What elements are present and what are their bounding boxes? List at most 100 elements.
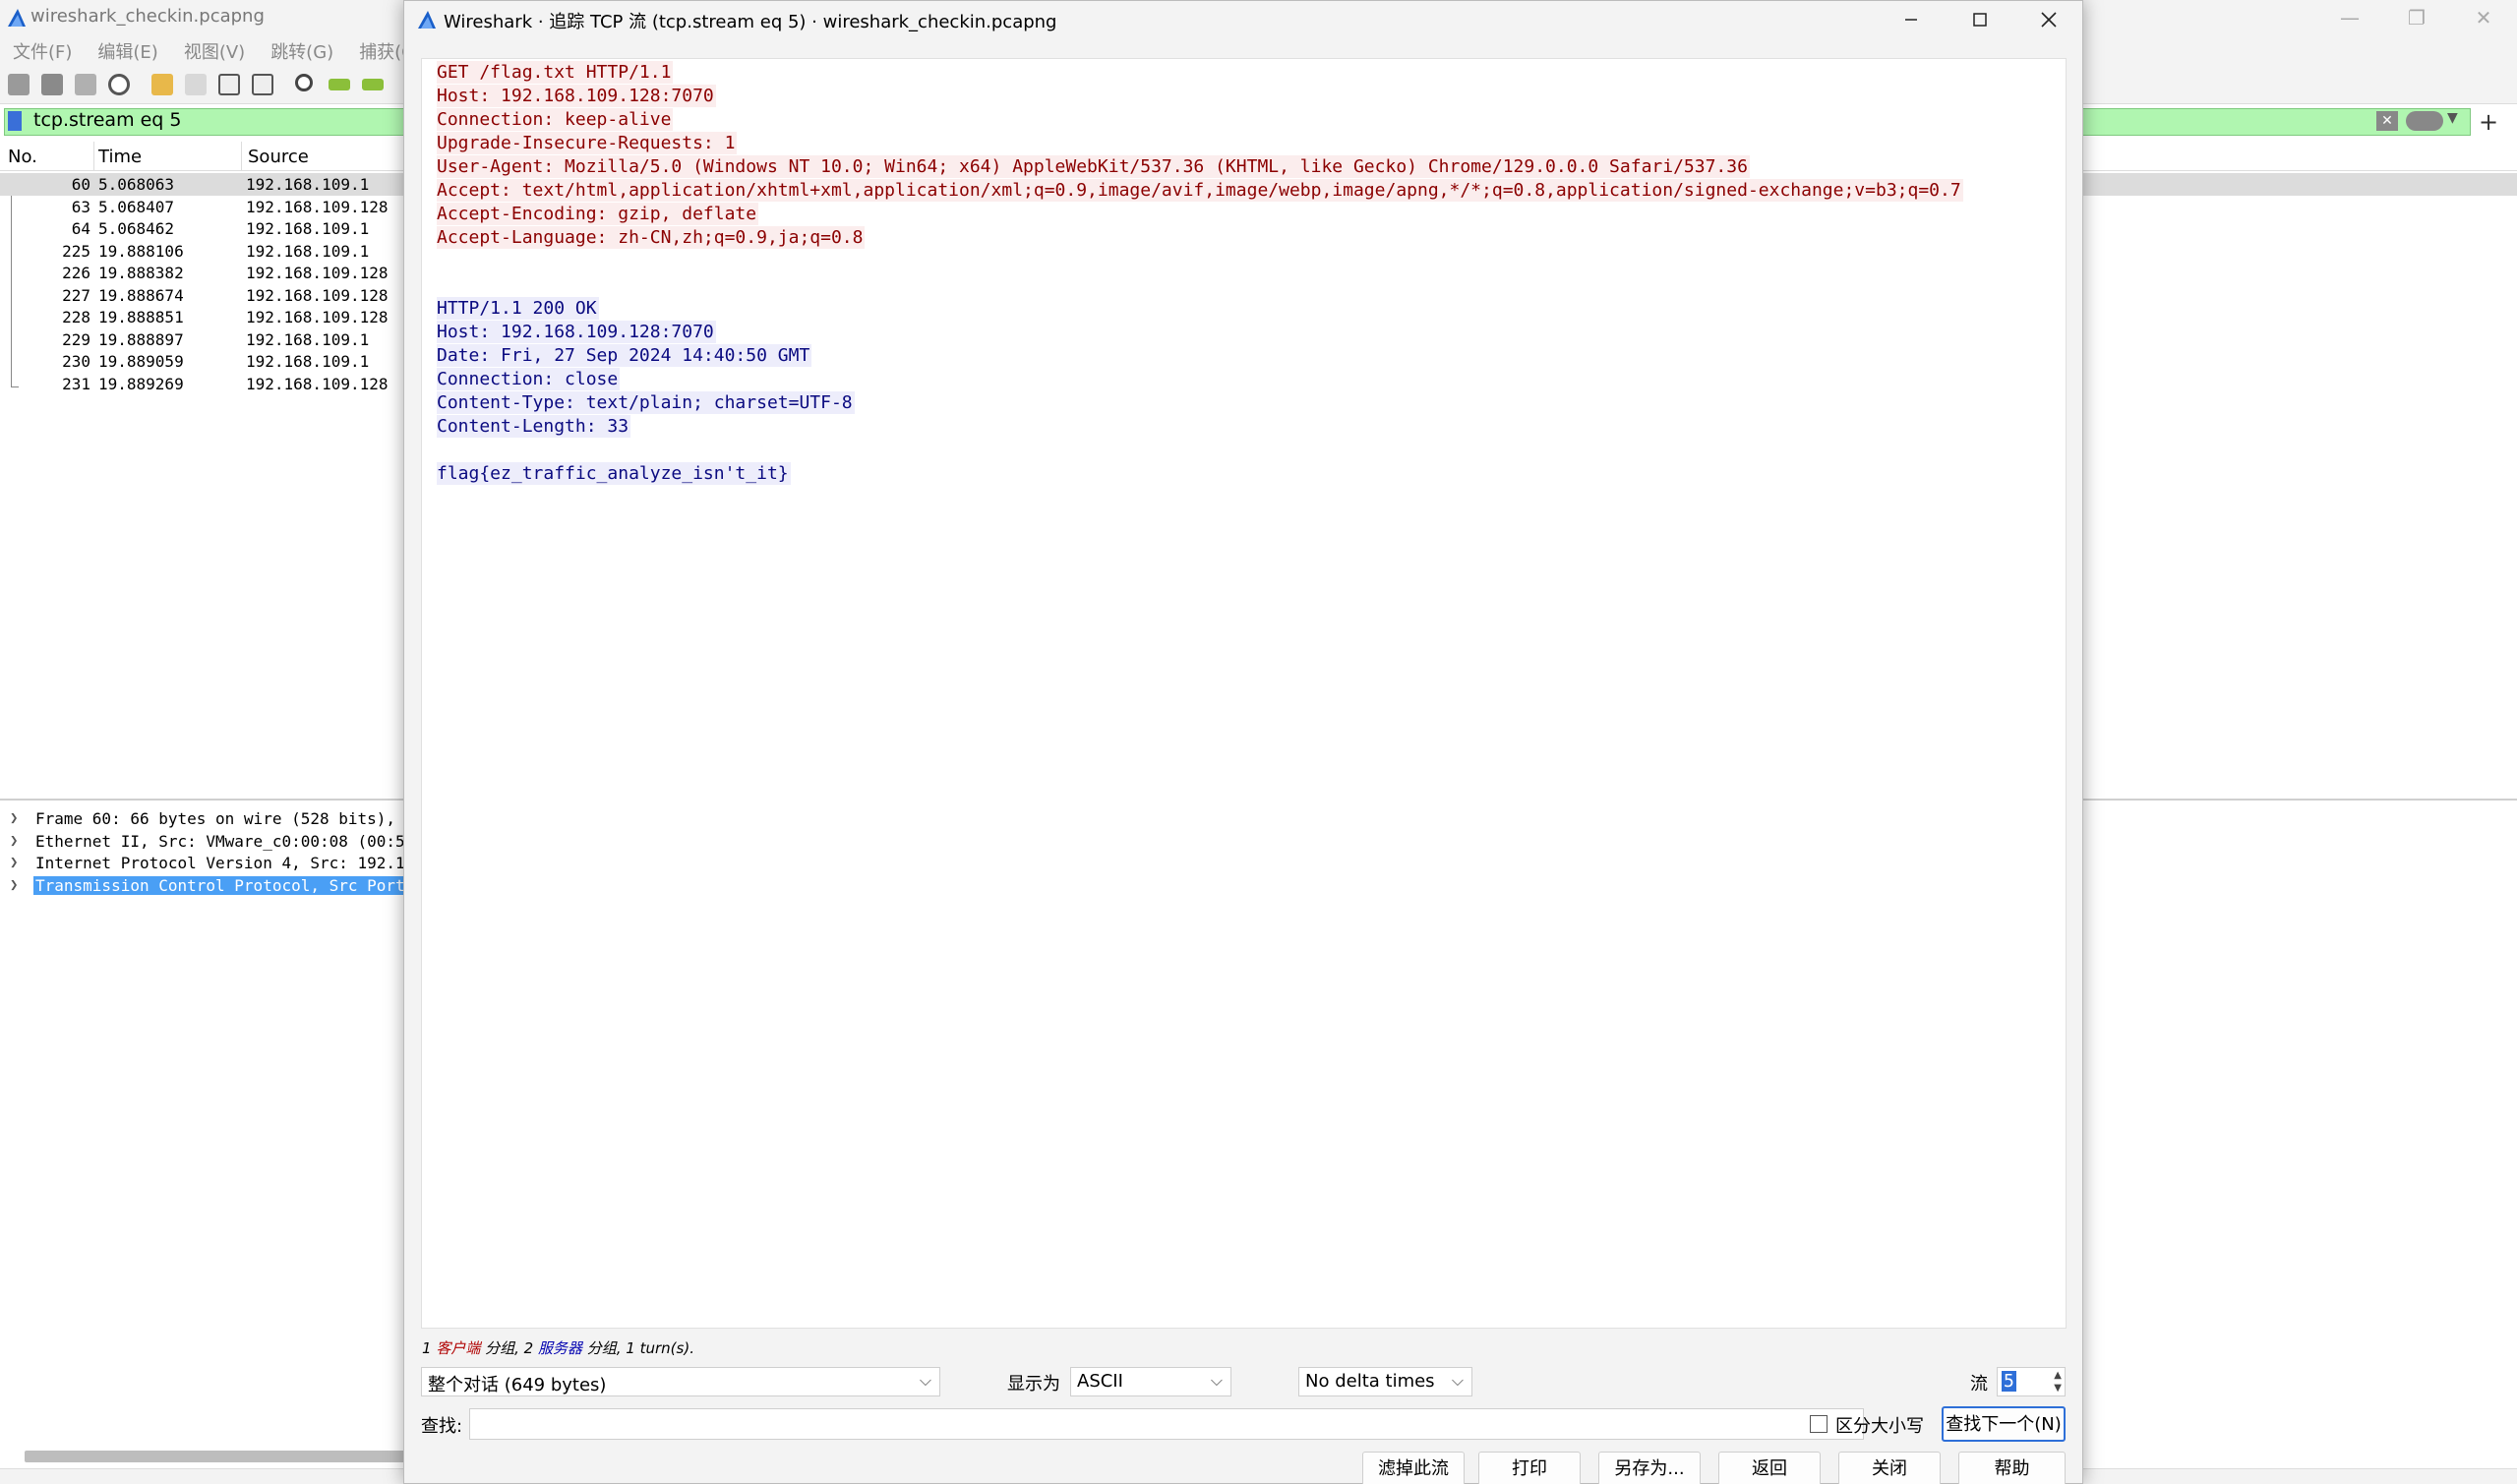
server-stream-line: flag{ez_traffic_analyze_isn't_it} xyxy=(437,462,791,485)
packet-no: 63 xyxy=(71,197,90,216)
tree-item-label: Frame 60: 66 bytes on wire (528 bits), 6… xyxy=(35,809,424,828)
conversation-select[interactable]: 整个对话 (649 bytes) ⌵ xyxy=(421,1367,940,1396)
tree-item[interactable]: ❯ Frame 60: 66 bytes on wire (528 bits), … xyxy=(0,808,424,830)
filter-bookmark-icon[interactable] xyxy=(8,111,22,131)
menu-edit[interactable]: 编辑(E) xyxy=(85,35,170,65)
packet-no: 227 xyxy=(62,285,90,305)
client-stream-line: Accept-Language: zh-CN,zh;q=0.9,ja;q=0.8 xyxy=(437,226,866,249)
find-packet-icon[interactable] xyxy=(295,74,313,91)
stream-number-value: 5 xyxy=(2002,1371,2016,1392)
expand-chevron-icon[interactable]: ❯ xyxy=(10,833,18,849)
packet-source: 192.168.109.1 xyxy=(246,219,370,238)
open-folder-icon[interactable] xyxy=(151,74,173,95)
tree-item[interactable]: ❯ Transmission Control Protocol, Src Port… xyxy=(0,875,417,897)
show-as-select[interactable]: ASCII ⌵ xyxy=(1070,1367,1231,1396)
column-no[interactable]: No. xyxy=(8,147,37,167)
stop-capture-icon[interactable] xyxy=(41,74,63,95)
client-stream-line: Connection: keep-alive xyxy=(437,108,674,131)
packet-time: 5.068063 xyxy=(98,175,175,194)
help-button[interactable]: 帮助 xyxy=(1958,1452,2066,1484)
packet-no: 64 xyxy=(71,219,90,238)
follow-tcp-stream-dialog: Wireshark · 追踪 TCP 流 (tcp.stream eq 5) ·… xyxy=(403,0,2083,1484)
case-sensitive-label: 区分大小写 xyxy=(1835,1416,1924,1437)
show-as-label: 显示为 xyxy=(1007,1374,1060,1395)
delta-times-value: No delta times xyxy=(1305,1371,1435,1392)
chevron-down-icon: ⌵ xyxy=(919,1371,931,1390)
packet-time: 5.068462 xyxy=(98,219,175,238)
find-next-button[interactable]: 查找下一个(N) xyxy=(1942,1406,2066,1442)
expand-chevron-icon[interactable]: ❯ xyxy=(10,877,18,893)
client-stream-line: Host: 192.168.109.128:7070 xyxy=(437,85,716,107)
client-stream-line: Accept-Encoding: gzip, deflate xyxy=(437,203,759,225)
spinner-arrows-icon[interactable]: ▲ ▼ xyxy=(2054,1369,2062,1395)
close-icon[interactable] xyxy=(2014,1,2083,38)
tree-item[interactable]: ❯ Internet Protocol Version 4, Src: 192.1… xyxy=(0,853,424,874)
expand-chevron-icon[interactable]: ❯ xyxy=(10,810,18,826)
add-filter-button-icon[interactable]: + xyxy=(2479,108,2498,136)
main-window-title: wireshark_checkin.pcapng xyxy=(30,6,265,27)
restart-capture-icon[interactable] xyxy=(75,74,96,95)
column-time[interactable]: Time xyxy=(98,147,142,167)
dialog-titlebar: Wireshark · 追踪 TCP 流 (tcp.stream eq 5) ·… xyxy=(404,1,2082,38)
column-separator xyxy=(241,142,242,171)
client-stream-line: Accept: text/html,application/xhtml+xml,… xyxy=(437,179,1963,202)
go-forward-icon[interactable] xyxy=(362,79,384,90)
reload-icon[interactable] xyxy=(252,74,273,95)
stream-label: 流 xyxy=(1970,1374,1988,1395)
maximize-icon[interactable]: ❐ xyxy=(2383,0,2450,35)
packet-source: 192.168.109.128 xyxy=(246,308,389,326)
packet-source: 192.168.109.1 xyxy=(246,352,370,371)
server-stream-line: HTTP/1.1 200 OK xyxy=(437,297,599,320)
packet-time: 19.888674 xyxy=(98,285,184,305)
packet-no: 226 xyxy=(62,264,90,282)
close-button[interactable]: 关闭 xyxy=(1838,1452,1941,1484)
menu-view[interactable]: 视图(V) xyxy=(171,35,258,65)
dialog-title: Wireshark · 追踪 TCP 流 (tcp.stream eq 5) ·… xyxy=(444,12,1057,32)
stream-content[interactable]: GET /flag.txt HTTP/1.1 Host: 192.168.109.… xyxy=(421,58,2067,1329)
maximize-icon[interactable] xyxy=(1946,1,2014,38)
packet-time: 19.888897 xyxy=(98,329,184,349)
client-stream-line: Upgrade-Insecure-Requests: 1 xyxy=(437,132,738,154)
start-capture-icon[interactable] xyxy=(8,74,30,95)
filter-history-chevron-icon[interactable]: ▼ xyxy=(2447,110,2458,126)
conversation-select-value: 整个对话 (649 bytes) xyxy=(428,1375,607,1395)
packet-time: 19.889059 xyxy=(98,352,184,371)
case-sensitive-checkbox[interactable] xyxy=(1810,1415,1828,1433)
close-file-icon[interactable] xyxy=(218,74,240,95)
horizontal-scrollbar[interactable] xyxy=(25,1451,418,1462)
filter-out-stream-button[interactable]: 滤掉此流 xyxy=(1362,1452,1465,1484)
save-file-icon[interactable] xyxy=(185,74,207,95)
packet-no: 60 xyxy=(71,175,90,194)
packet-no: 225 xyxy=(62,241,90,261)
packet-time: 19.888851 xyxy=(98,308,184,326)
apply-filter-icon[interactable] xyxy=(2406,111,2443,131)
clear-filter-icon[interactable]: ✕ xyxy=(2376,111,2398,131)
go-back-icon[interactable] xyxy=(329,79,350,90)
client-label: 客户端 xyxy=(436,1339,481,1357)
close-icon[interactable]: ✕ xyxy=(2450,0,2517,35)
packet-source: 192.168.109.128 xyxy=(246,197,389,216)
print-button[interactable]: 打印 xyxy=(1478,1452,1581,1484)
wireshark-logo-icon xyxy=(418,11,436,29)
menu-file[interactable]: 文件(F) xyxy=(0,35,85,65)
client-stream-line: User-Agent: Mozilla/5.0 (Windows NT 10.0… xyxy=(437,155,1750,178)
delta-times-select[interactable]: No delta times ⌵ xyxy=(1298,1367,1472,1396)
stream-number-spinner[interactable]: 5 ▲ ▼ xyxy=(1997,1367,2066,1396)
tree-item-label: Ethernet II, Src: VMware_c0:00:08 (00:50… xyxy=(35,831,434,851)
find-input[interactable] xyxy=(469,1408,1864,1440)
chevron-down-icon: ⌵ xyxy=(1210,1371,1223,1390)
tree-item[interactable]: ❯ Ethernet II, Src: VMware_c0:00:08 (00:5… xyxy=(0,831,434,853)
menu-go[interactable]: 跳转(G) xyxy=(258,35,346,65)
packet-source: 192.168.109.1 xyxy=(246,175,370,194)
server-stream-line: Host: 192.168.109.128:7070 xyxy=(437,321,716,343)
minimize-icon[interactable] xyxy=(1877,1,1946,38)
expand-chevron-icon[interactable]: ❯ xyxy=(10,855,18,870)
column-source[interactable]: Source xyxy=(248,147,309,167)
packet-no: 228 xyxy=(62,308,90,326)
server-stream-line: Content-Type: text/plain; charset=UTF-8 xyxy=(437,391,855,414)
save-as-button[interactable]: 另存为... xyxy=(1598,1452,1701,1484)
capture-options-icon[interactable] xyxy=(108,74,130,95)
back-button[interactable]: 返回 xyxy=(1718,1452,1821,1484)
server-stream-line: Date: Fri, 27 Sep 2024 14:40:50 GMT xyxy=(437,344,812,367)
minimize-icon[interactable]: — xyxy=(2316,0,2383,35)
